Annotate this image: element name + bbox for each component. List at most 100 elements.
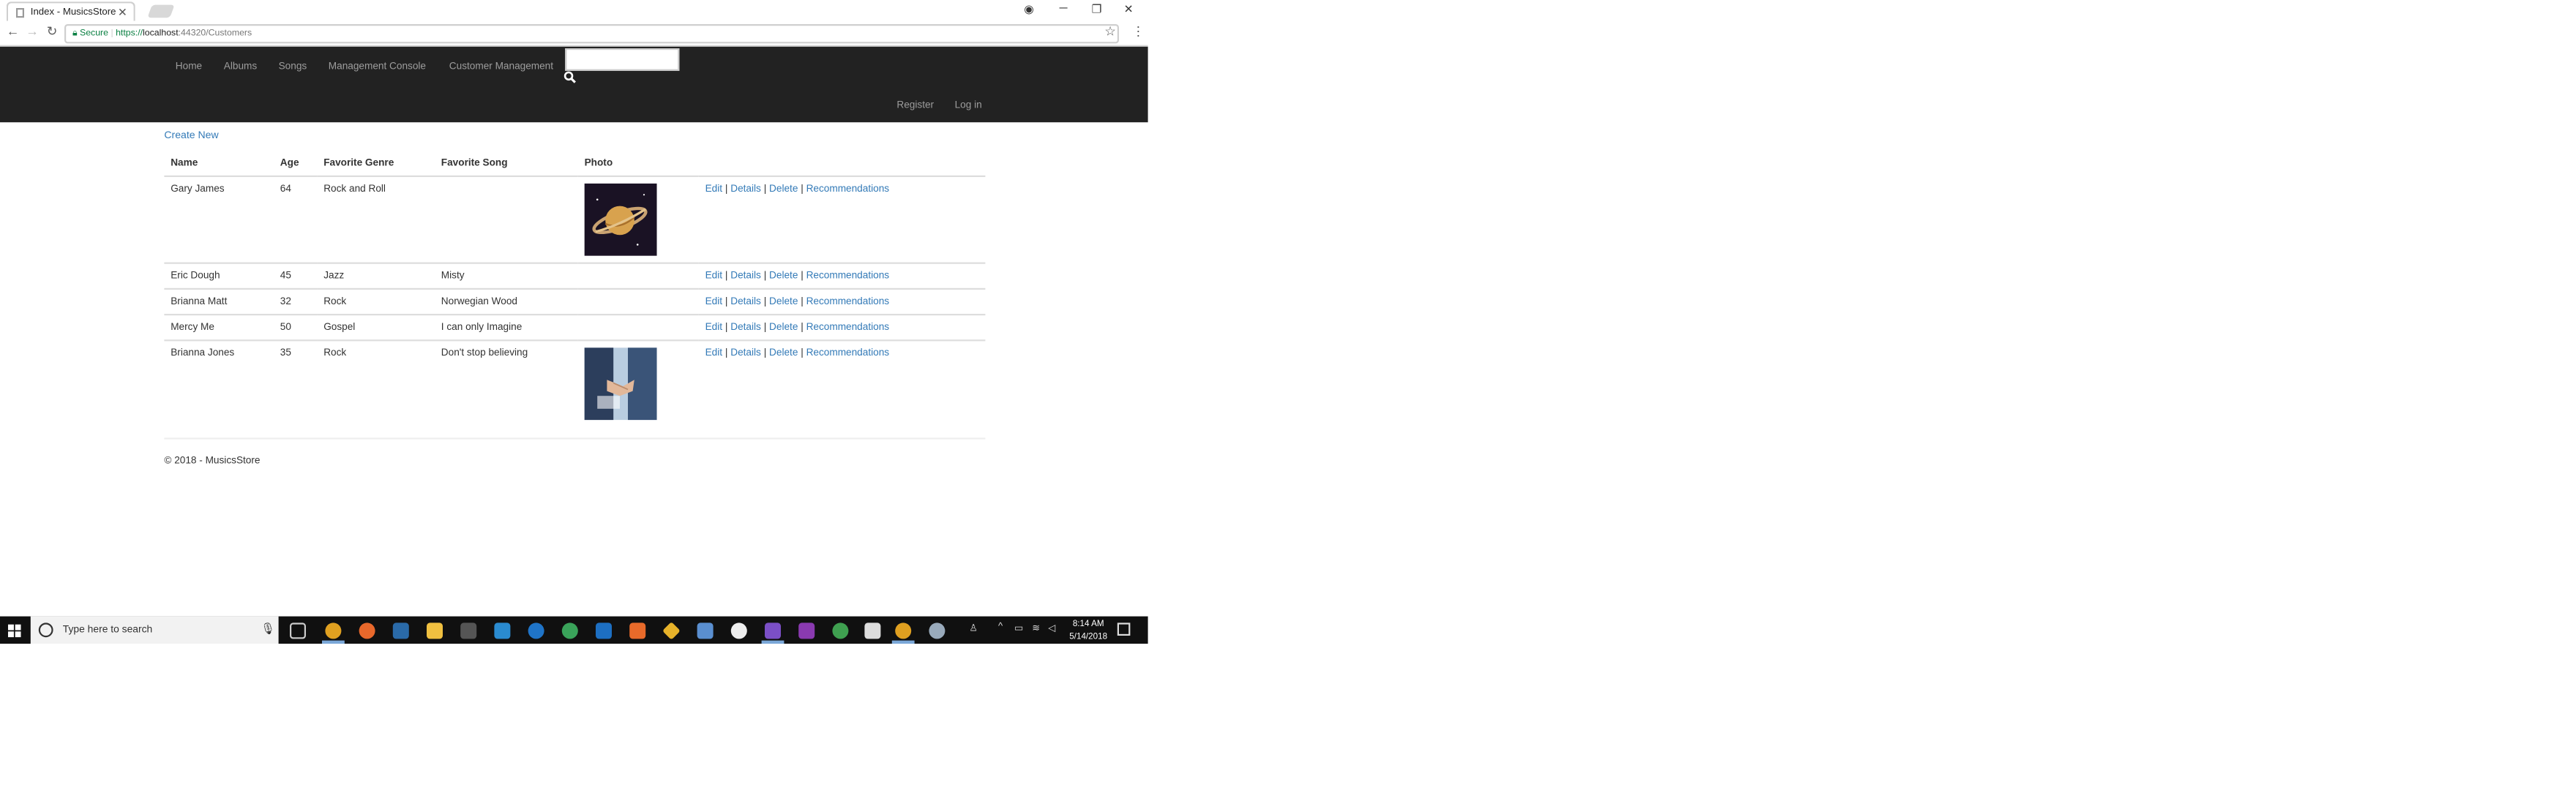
new-tab-button[interactable] [147,4,175,18]
cell-name: Mercy Me [164,312,274,340]
cell-age: 45 [274,261,318,288]
bookmark-star-icon[interactable]: ☆ [1104,24,1116,39]
forward-arrow-icon[interactable]: → [26,24,39,39]
cell-genre: Rock [317,339,435,426]
firefox-icon[interactable] [359,622,375,639]
people-icon[interactable]: ♙ [969,622,978,634]
app-icon[interactable] [629,622,646,639]
app-icon[interactable] [929,622,946,639]
edit-link[interactable]: Edit [705,296,722,306]
cell-name: Brianna Matt [164,287,274,314]
clock-time: 8:14 AM [1072,620,1104,630]
nav-home-link[interactable]: Home [176,61,202,72]
table-row: Gary James 64 Rock and Roll Edit | Detai… [164,174,986,263]
column-header-song: Favorite Song [435,151,578,176]
details-link[interactable]: Details [730,296,761,306]
outlook-icon[interactable] [596,622,612,639]
edit-link[interactable]: Edit [705,321,722,332]
reload-icon[interactable]: ↻ [47,24,58,39]
app-icon[interactable] [730,622,747,639]
tray-chevron-icon[interactable]: ^ [998,622,1003,632]
app-icon[interactable] [494,622,511,639]
browser-tab[interactable]: Index - MusicsStore ✕ [6,1,135,21]
profile-icon[interactable]: ◉ [1024,3,1033,16]
network-icon[interactable]: ▭ [1014,622,1023,634]
app-icon[interactable] [392,622,409,639]
running-indicator [761,640,785,643]
site-navbar: Home Albums Songs Management Console Cus… [0,46,1148,123]
browser-menu-icon[interactable]: ⋮ [1132,24,1145,39]
minimize-icon[interactable]: ─ [1060,3,1068,14]
delete-link[interactable]: Delete [769,347,798,358]
visual-studio-icon[interactable] [765,622,781,639]
nav-customer-management-link[interactable]: Customer Management [449,61,553,72]
lock-icon: 🔒︎ [72,29,78,39]
task-view-icon[interactable] [290,622,306,639]
edit-link[interactable]: Edit [705,347,722,358]
edge-icon[interactable] [528,622,544,639]
recommendations-link[interactable]: Recommendations [806,270,890,281]
cell-song [435,174,578,263]
register-link[interactable]: Register [896,99,934,110]
nav-management-console-link[interactable]: Management Console [329,61,426,72]
chrome-icon[interactable] [895,622,912,639]
file-explorer-icon[interactable] [427,622,443,639]
login-link[interactable]: Log in [955,99,982,110]
details-link[interactable]: Details [730,270,761,281]
app-icon[interactable] [561,622,578,639]
details-link[interactable]: Details [730,347,761,358]
search-input[interactable] [565,48,680,71]
table-row: Brianna Matt 32 Rock Norwegian Wood Edit… [164,287,986,314]
delete-link[interactable]: Delete [769,296,798,306]
taskbar-search-box[interactable]: Type here to search 🎙︎ [30,616,279,644]
app-icon[interactable] [662,621,681,640]
table-row: Mercy Me 50 Gospel I can only Imagine Ed… [164,312,986,340]
delete-link[interactable]: Delete [769,321,798,332]
chrome-icon[interactable] [325,622,342,639]
tab-close-icon[interactable]: ✕ [118,7,127,20]
cortana-icon [38,622,53,638]
details-link[interactable]: Details [730,321,761,332]
app-icon[interactable] [864,622,881,639]
cell-song: Norwegian Wood [435,287,578,314]
microphone-icon[interactable]: 🎙︎ [261,622,275,636]
cell-song: Don't stop believing [435,339,578,426]
close-window-icon[interactable]: ✕ [1124,3,1134,16]
app-icon[interactable] [832,622,849,639]
volume-icon[interactable]: ◁ [1048,622,1055,634]
recommendations-link[interactable]: Recommendations [806,183,890,194]
app-icon[interactable] [798,622,815,639]
recommendations-link[interactable]: Recommendations [806,321,890,332]
cell-age: 64 [274,174,318,263]
app-icon[interactable] [697,622,714,639]
details-link[interactable]: Details [730,183,761,194]
address-bar[interactable]: 🔒︎ Secure | https://localhost:44320/Cust… [64,24,1119,44]
search-icon[interactable] [564,71,577,84]
taskbar-clock[interactable]: 8:14 AM 5/14/2018 [1063,618,1114,644]
cell-actions: Edit | Details | Delete | Recommendation… [698,174,986,263]
action-center-icon[interactable] [1117,622,1131,636]
back-arrow-icon[interactable]: ← [7,24,20,39]
edit-link[interactable]: Edit [705,270,722,281]
edit-link[interactable]: Edit [705,183,722,194]
restore-icon[interactable]: ❐ [1092,3,1102,16]
terminal-icon[interactable] [460,622,477,639]
windows-start-icon[interactable] [8,624,21,638]
cell-genre: Rock [317,287,435,314]
create-new-link[interactable]: Create New [164,130,218,141]
cell-photo [577,312,699,340]
delete-link[interactable]: Delete [769,270,798,281]
cell-song: Misty [435,261,578,288]
delete-link[interactable]: Delete [769,183,798,194]
cell-genre: Jazz [317,261,435,288]
column-header-actions [698,151,986,176]
recommendations-link[interactable]: Recommendations [806,296,890,306]
cell-photo [577,287,699,314]
recommendations-link[interactable]: Recommendations [806,347,890,358]
cell-age: 35 [274,339,318,426]
cell-actions: Edit | Details | Delete | Recommendation… [698,261,986,288]
wifi-icon[interactable]: ≋ [1032,622,1040,634]
taskbar-search-placeholder: Type here to search [62,624,153,636]
nav-albums-link[interactable]: Albums [224,61,257,72]
nav-songs-link[interactable]: Songs [279,61,307,72]
